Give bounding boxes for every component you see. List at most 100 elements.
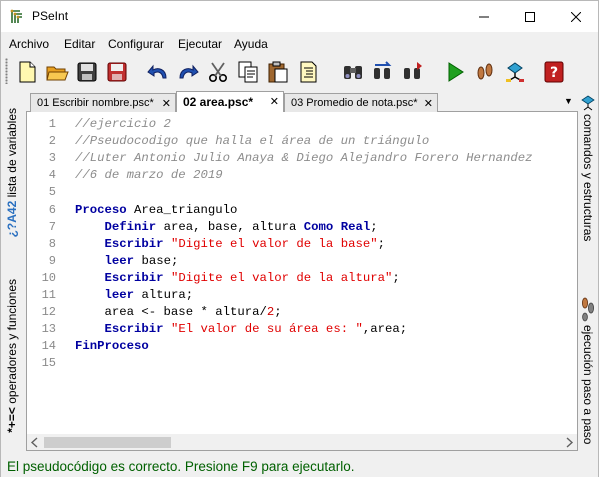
undo-button[interactable] (144, 58, 172, 85)
scroll-left-icon (30, 437, 38, 448)
minimize-icon (479, 16, 489, 17)
code-line[interactable]: //Pseudocodigo que halla el área de un t… (75, 134, 429, 148)
toolbar-grip[interactable] (5, 58, 8, 84)
code-token: Escribir (104, 322, 164, 337)
run-icon (448, 61, 464, 82)
tab-label: 02 area.psc* (183, 95, 254, 109)
code-token: ; (370, 219, 378, 234)
code-token: //ejercicio 2 (75, 117, 171, 131)
line-number: 9 (48, 253, 56, 268)
code-line[interactable]: FinProceso (75, 339, 149, 353)
flowchart-button[interactable] (501, 58, 529, 85)
code-token: //Luter Antonio Julio Anaya & Diego Alej… (75, 151, 533, 166)
variables-list-tab[interactable]: ¿?A42 lista de variables (1, 93, 23, 253)
open-button[interactable] (43, 58, 71, 85)
line-number: 13 (41, 322, 56, 337)
code-token: FinProceso (75, 339, 149, 354)
variables-tab-icon: ¿?A42 (5, 201, 19, 238)
help-button[interactable]: ? (540, 58, 568, 85)
menu-ejecutar[interactable]: Ejecutar (178, 37, 222, 51)
copy-button[interactable] (234, 58, 262, 85)
line-number: 12 (41, 305, 56, 320)
save-button[interactable] (73, 58, 101, 85)
code-line[interactable]: leer altura; (75, 288, 194, 302)
horizontal-scrollbar[interactable] (26, 434, 578, 451)
code-line[interactable]: leer base; (75, 253, 179, 268)
redo-button[interactable] (174, 58, 202, 85)
save-as-button[interactable] (103, 58, 131, 85)
code-line[interactable]: //ejercicio 2 (75, 117, 171, 131)
step-by-step-button[interactable] (471, 58, 499, 85)
code-line[interactable]: Escribir "Digite el valor de la altura"; (75, 271, 400, 285)
toolbar: ? (1, 54, 598, 88)
tab-promedio-de-nota[interactable]: 03 Promedio de nota.psc* ✕ (284, 93, 438, 112)
tab-close-icon[interactable]: ✕ (270, 95, 279, 108)
operators-tab-icon: *+=< (5, 407, 19, 433)
indent-icon (300, 61, 317, 82)
redo-icon (179, 64, 199, 78)
step-execution-tab[interactable]: ejecución paso a paso (577, 296, 599, 456)
tab-area[interactable]: 02 area.psc* ✕ (176, 91, 284, 112)
find-button[interactable] (339, 58, 367, 85)
copy-icon (238, 61, 258, 82)
code-token: base; (134, 253, 179, 268)
code-line[interactable]: //Luter Antonio Julio Anaya & Diego Alej… (75, 151, 533, 165)
tab-escribir-nombre[interactable]: 01 Escribir nombre.psc* ✕ (30, 93, 176, 112)
variables-tab-label: ¿?A42 lista de variables (5, 108, 19, 238)
code-line[interactable]: area <- base * altura/2; (75, 305, 282, 319)
tab-list-dropdown-icon[interactable]: ▼ (564, 96, 573, 106)
find-replace-icon (374, 60, 392, 79)
new-file-icon (19, 61, 36, 82)
scrollbar-thumb[interactable] (44, 437, 171, 448)
line-number-gutter: 1 2 3 4 5 6 7 8 9 10 11 12 13 14 15 (27, 112, 67, 434)
close-button[interactable] (553, 1, 599, 32)
save-as-icon (107, 62, 127, 81)
maximize-button[interactable] (507, 1, 553, 32)
code-line[interactable]: Proceso Area_triangulo (75, 203, 237, 217)
code-line[interactable]: Definir area, base, altura Como Real; (75, 220, 378, 234)
paste-button[interactable] (264, 58, 292, 85)
line-number: 4 (48, 168, 56, 183)
find-replace-button[interactable] (369, 58, 397, 85)
find-next-button[interactable] (399, 58, 427, 85)
code-line[interactable]: Escribir "El valor de su área es: ",area… (75, 322, 408, 337)
code-line[interactable]: //6 de marzo de 2019 (75, 168, 223, 182)
code-line[interactable]: Escribir "Digite el valor de la base"; (75, 237, 385, 251)
indent-button[interactable] (294, 58, 322, 85)
line-number: 8 (48, 236, 56, 251)
line-number: 6 (48, 202, 56, 217)
code-token: "Digite el valor de la base" (170, 236, 378, 251)
tab-close-icon[interactable]: ✕ (424, 97, 433, 110)
menu-bar: Archivo Editar Configurar Ejecutar Ayuda (1, 35, 598, 53)
code-token: ; (392, 270, 400, 285)
tab-close-icon[interactable]: ✕ (162, 97, 171, 110)
menu-editar[interactable]: Editar (64, 37, 95, 51)
code-token: "El valor de su área es: " (170, 322, 363, 337)
code-token: leer (104, 253, 135, 268)
line-number: 10 (41, 270, 56, 285)
code-editor[interactable]: 1 2 3 4 5 6 7 8 9 10 11 12 13 14 15 //ejercicio 2//Pse… (26, 112, 578, 434)
open-folder-icon (46, 66, 69, 80)
undo-icon (147, 64, 167, 78)
line-number: 15 (41, 356, 56, 371)
new-file-button[interactable] (13, 58, 41, 85)
run-button[interactable] (441, 58, 469, 85)
commands-structures-tab[interactable]: comandos y estructuras (577, 95, 599, 290)
menu-archivo[interactable]: Archivo (9, 37, 49, 51)
operators-tab-label: *+=< operadores y funciones (5, 279, 19, 433)
menu-ayuda[interactable]: Ayuda (234, 37, 268, 51)
minimize-button[interactable] (461, 1, 507, 32)
find-icon (344, 65, 362, 79)
menu-configurar[interactable]: Configurar (108, 37, 164, 51)
cut-button[interactable] (204, 58, 232, 85)
title-bar[interactable]: PSeInt (1, 1, 598, 32)
svg-text:?: ? (550, 65, 558, 81)
code-token: Definir (104, 219, 157, 234)
code-token: Real (340, 219, 371, 234)
step-by-step-icon (477, 63, 493, 79)
operators-functions-tab[interactable]: *+=< operadores y funciones (1, 261, 23, 451)
